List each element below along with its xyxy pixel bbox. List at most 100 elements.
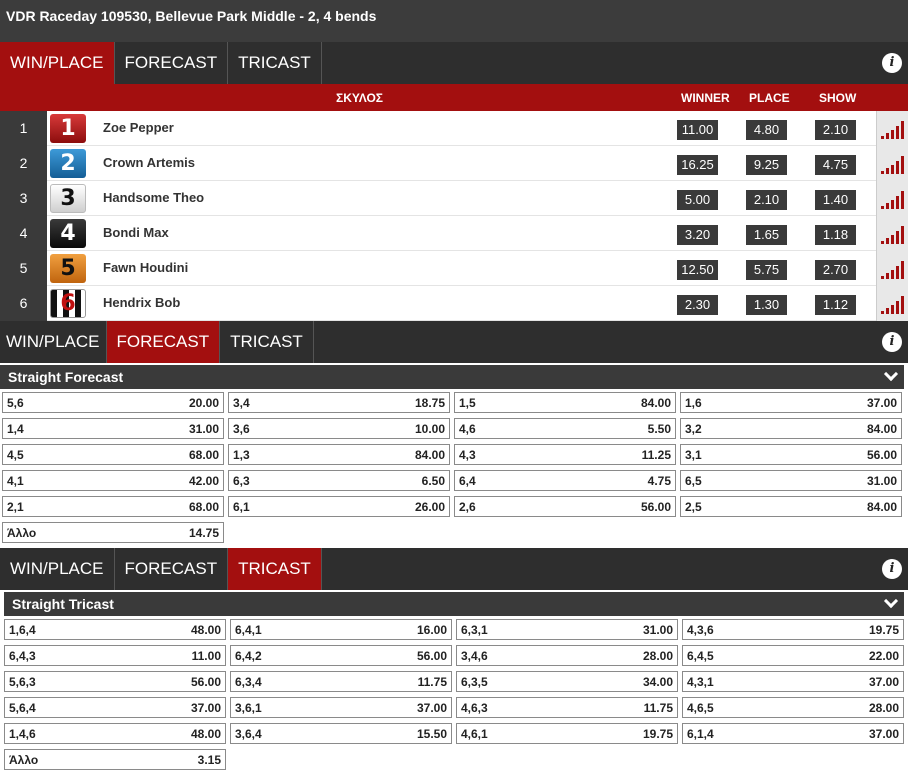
tricast-odds-cell[interactable]: 5,6,3 56.00 xyxy=(4,671,226,692)
tricast-odds-cell[interactable]: 1,4,6 48.00 xyxy=(4,723,226,744)
odds-value: 37.00 xyxy=(416,700,447,715)
tricast-odds-cell[interactable]: 4,6,3 11.75 xyxy=(456,697,678,718)
stats-bars-icon[interactable] xyxy=(876,146,908,181)
winner-odds-button[interactable]: 11.00 xyxy=(677,120,718,140)
info-icon[interactable]: i xyxy=(882,332,902,352)
place-odds-button[interactable]: 5.75 xyxy=(746,260,787,280)
show-odds-button[interactable]: 1.12 xyxy=(815,295,856,315)
show-odds-button[interactable]: 2.10 xyxy=(815,120,856,140)
tricast-odds-cell[interactable]: 6,3,4 11.75 xyxy=(230,671,452,692)
forecast-odds-cell[interactable]: 6,5 31.00 xyxy=(680,470,902,491)
tab-forecast[interactable]: FORECAST xyxy=(115,42,229,84)
forecast-odds-cell[interactable]: 4,6 5.50 xyxy=(454,418,676,439)
stats-bars-icon[interactable] xyxy=(876,216,908,251)
runner-name: Fawn Houdini xyxy=(103,260,189,275)
tab-tricast[interactable]: TRICAST xyxy=(228,42,322,84)
winner-column-header: WINNER xyxy=(681,91,730,105)
tricast-odds-cell[interactable]: 6,4,2 56.00 xyxy=(230,645,452,666)
forecast-odds-cell[interactable]: Άλλο 14.75 xyxy=(2,522,224,543)
winner-odds-button[interactable]: 3.20 xyxy=(677,225,718,245)
tricast-odds-cell[interactable]: 6,3,1 31.00 xyxy=(456,619,678,640)
forecast-odds-cell[interactable]: 1,4 31.00 xyxy=(2,418,224,439)
tab-winplace[interactable]: WIN/PLACE xyxy=(0,42,115,84)
odds-value: 37.00 xyxy=(868,674,899,689)
odds-value: 84.00 xyxy=(640,395,671,410)
place-odds-button[interactable]: 4.80 xyxy=(746,120,787,140)
forecast-section: WIN/PLACE FORECAST TRICAST i Straight Fo… xyxy=(0,321,908,548)
stats-bars-icon[interactable] xyxy=(876,251,908,286)
forecast-odds-cell[interactable]: 1,6 37.00 xyxy=(680,392,902,413)
tab-winplace[interactable]: WIN/PLACE xyxy=(0,321,107,363)
forecast-odds-cell[interactable]: 6,4 4.75 xyxy=(454,470,676,491)
forecast-odds-cell[interactable]: 4,5 68.00 xyxy=(2,444,224,465)
tricast-odds-cell[interactable]: 6,1,4 37.00 xyxy=(682,723,904,744)
tab-tricast[interactable]: TRICAST xyxy=(228,548,322,590)
show-odds-button[interactable]: 1.18 xyxy=(815,225,856,245)
combination-label: 6,3,4 xyxy=(235,674,262,689)
winner-odds-button[interactable]: 12.50 xyxy=(677,260,718,280)
forecast-odds-cell[interactable]: 5,6 20.00 xyxy=(2,392,224,413)
place-odds-button[interactable]: 2.10 xyxy=(746,190,787,210)
tricast-section: WIN/PLACE FORECAST TRICAST i Straight Tr… xyxy=(0,548,908,775)
forecast-odds-cell[interactable]: 6,3 6.50 xyxy=(228,470,450,491)
tricast-odds-cell[interactable]: 1,6,4 48.00 xyxy=(4,619,226,640)
stats-bars-icon[interactable] xyxy=(876,111,908,146)
tab-forecast[interactable]: FORECAST xyxy=(115,548,229,590)
forecast-odds-cell[interactable]: 2,6 56.00 xyxy=(454,496,676,517)
tricast-odds-cell[interactable]: 3,6,1 37.00 xyxy=(230,697,452,718)
tricast-odds-cell[interactable]: 4,6,5 28.00 xyxy=(682,697,904,718)
combination-label: 1,3 xyxy=(233,447,250,462)
tab-winplace[interactable]: WIN/PLACE xyxy=(0,548,115,590)
tricast-odds-cell[interactable]: 3,4,6 28.00 xyxy=(456,645,678,666)
tricast-odds-cell[interactable]: 6,4,5 22.00 xyxy=(682,645,904,666)
show-odds-button[interactable]: 2.70 xyxy=(815,260,856,280)
stats-bars-icon[interactable] xyxy=(876,286,908,321)
tricast-odds-cell[interactable]: 4,3,1 37.00 xyxy=(682,671,904,692)
tricast-odds-cell[interactable]: 6,3,5 34.00 xyxy=(456,671,678,692)
forecast-odds-cell[interactable]: 2,1 68.00 xyxy=(2,496,224,517)
combination-label: 6,3,5 xyxy=(461,674,488,689)
forecast-odds-cell[interactable]: 2,5 84.00 xyxy=(680,496,902,517)
combination-label: 6,1,4 xyxy=(687,726,714,741)
tricast-odds-cell[interactable]: Άλλο 3.15 xyxy=(4,749,226,770)
tricast-market-header[interactable]: Straight Tricast xyxy=(4,592,904,616)
trap-2-icon: 2 xyxy=(50,148,86,178)
forecast-odds-cell[interactable]: 6,1 26.00 xyxy=(228,496,450,517)
tab-bar: WIN/PLACE FORECAST TRICAST i xyxy=(0,321,908,363)
info-icon[interactable]: i xyxy=(882,559,902,579)
forecast-odds-cell[interactable]: 1,3 84.00 xyxy=(228,444,450,465)
combination-label: 6,4,1 xyxy=(235,622,262,637)
show-odds-button[interactable]: 4.75 xyxy=(815,155,856,175)
tricast-odds-cell[interactable]: 4,6,1 19.75 xyxy=(456,723,678,744)
combination-label: 3,2 xyxy=(685,421,702,436)
tricast-odds-cell[interactable]: 4,3,6 19.75 xyxy=(682,619,904,640)
combination-label: 3,1 xyxy=(685,447,702,462)
winner-odds-button[interactable]: 16.25 xyxy=(677,155,718,175)
tab-bar: WIN/PLACE FORECAST TRICAST i xyxy=(0,548,908,590)
tricast-odds-cell[interactable]: 6,4,3 11.00 xyxy=(4,645,226,666)
forecast-odds-cell[interactable]: 3,4 18.75 xyxy=(228,392,450,413)
place-odds-button[interactable]: 1.65 xyxy=(746,225,787,245)
show-odds-button[interactable]: 1.40 xyxy=(815,190,856,210)
forecast-market-header[interactable]: Straight Forecast xyxy=(0,365,904,389)
forecast-odds-cell[interactable]: 3,1 56.00 xyxy=(680,444,902,465)
combination-label: 1,5 xyxy=(459,395,476,410)
place-odds-button[interactable]: 1.30 xyxy=(746,295,787,315)
forecast-odds-cell[interactable]: 3,6 10.00 xyxy=(228,418,450,439)
combination-label: 4,1 xyxy=(7,473,24,488)
stats-bars-icon[interactable] xyxy=(876,181,908,216)
combination-label: 5,6,4 xyxy=(9,700,36,715)
forecast-odds-cell[interactable]: 3,2 84.00 xyxy=(680,418,902,439)
tricast-odds-cell[interactable]: 3,6,4 15.50 xyxy=(230,723,452,744)
winner-odds-button[interactable]: 2.30 xyxy=(677,295,718,315)
place-odds-button[interactable]: 9.25 xyxy=(746,155,787,175)
tricast-odds-cell[interactable]: 6,4,1 16.00 xyxy=(230,619,452,640)
forecast-odds-cell[interactable]: 4,1 42.00 xyxy=(2,470,224,491)
forecast-odds-cell[interactable]: 4,3 11.25 xyxy=(454,444,676,465)
forecast-odds-cell[interactable]: 1,5 84.00 xyxy=(454,392,676,413)
tab-forecast[interactable]: FORECAST xyxy=(106,321,221,363)
tab-tricast[interactable]: TRICAST xyxy=(220,321,314,363)
info-icon[interactable]: i xyxy=(882,53,902,73)
winner-odds-button[interactable]: 5.00 xyxy=(677,190,718,210)
tricast-odds-cell[interactable]: 5,6,4 37.00 xyxy=(4,697,226,718)
